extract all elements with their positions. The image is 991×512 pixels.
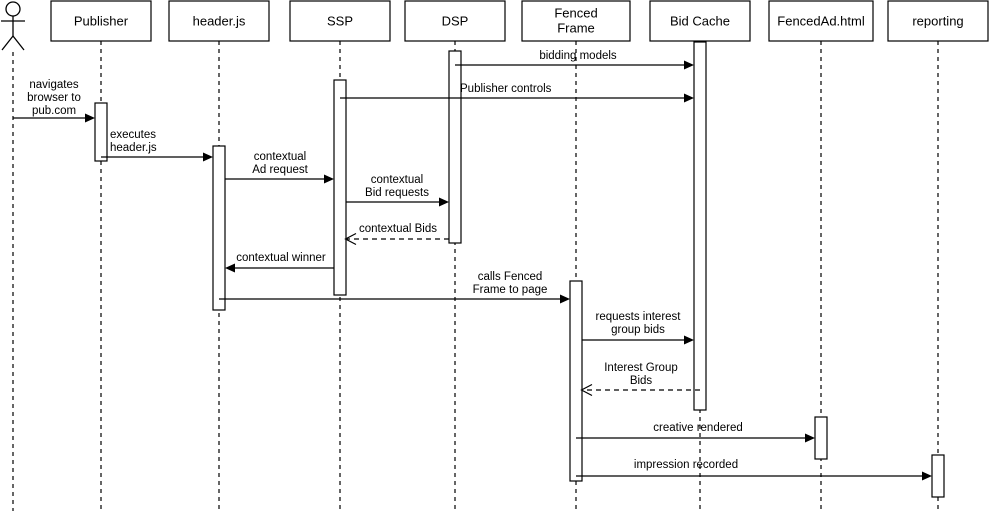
message-calls-fenced-frame: calls Fenced Frame to page [219,271,570,304]
message-label-m1-line1: navigates [29,79,78,91]
lifeline-label-publisher: Publisher [74,13,129,28]
activation-dsp [448,50,462,244]
sequence-diagram: Publisher header.js SSP DSP Fenced Frame… [0,0,991,512]
message-label-m5-line2: Ad request [252,164,308,176]
lifeline-label-dsp: DSP [442,13,469,28]
message-navigates-browser: navigates browser to pub.com [13,79,95,123]
message-label-m1-line2: browser to [27,92,81,104]
message-impression-recorded: impression recorded [576,459,932,481]
activation-reporting [931,454,945,498]
activation-fencedad-html [814,416,828,460]
lifeline-label-bid-cache: Bid Cache [670,13,730,28]
message-label-m3: Publisher controls [460,83,552,95]
message-contextual-bid-requests: contextual Bid requests [346,174,449,207]
lifeline-label-fenced-frame-line2: Frame [557,20,595,35]
message-contextual-winner: contextual winner [225,252,334,273]
message-label-m1-line3: pub.com [32,105,76,117]
message-bidding-models: bidding models [455,50,694,70]
message-label-m8: contextual winner [236,252,326,264]
message-label-m13: impression recorded [634,459,738,471]
activation-headerjs [212,145,226,311]
activation-publisher [94,102,108,162]
message-label-m10-line2: group bids [611,324,665,336]
message-requests-interest-group-bids: requests interest group bids [582,311,694,345]
lifeline-label-reporting: reporting [912,13,963,28]
message-creative-rendered: creative rendered [576,422,815,443]
message-label-m2: bidding models [539,50,617,62]
message-publisher-controls: Publisher controls [340,83,694,103]
activation-ssp [333,79,347,296]
message-label-m9-line2: Frame to page [473,284,548,296]
actor-stick-figure [1,1,25,511]
message-contextual-bids: contextual Bids [344,223,449,246]
message-label-m11-line2: Bids [630,375,653,387]
message-executes-headerjs: executes header.js [101,129,213,162]
lifeline-label-fenced-frame-line1: Fenced [554,5,597,20]
message-contextual-ad-request: contextual Ad request [225,151,334,184]
message-label-m9-line1: calls Fenced [478,271,543,283]
message-label-m4-line2: header.js [110,142,157,154]
message-label-m6-line2: Bid requests [365,187,429,199]
message-label-m7: contextual Bids [359,223,437,235]
activation-bid-cache [693,41,707,411]
lifeline-label-headerjs: header.js [193,13,246,28]
message-label-m10-line1: requests interest [595,311,681,323]
lifeline-label-ssp: SSP [327,13,353,28]
message-interest-group-bids: Interest Group Bids [580,362,700,397]
lifeline-publisher: Publisher [50,0,152,511]
message-label-m11-line1: Interest Group [604,362,678,374]
message-label-m5-line1: contextual [254,151,306,163]
sequence-diagram-canvas: Publisher header.js SSP DSP Fenced Frame… [1,0,989,511]
activation-fenced-frame [569,280,583,482]
message-label-m4-line1: executes [110,129,156,141]
message-label-m6-line1: contextual [371,174,423,186]
lifeline-reporting: reporting [887,0,989,511]
lifeline-label-fencedad-html: FencedAd.html [777,13,865,28]
message-label-m12: creative rendered [653,422,743,434]
